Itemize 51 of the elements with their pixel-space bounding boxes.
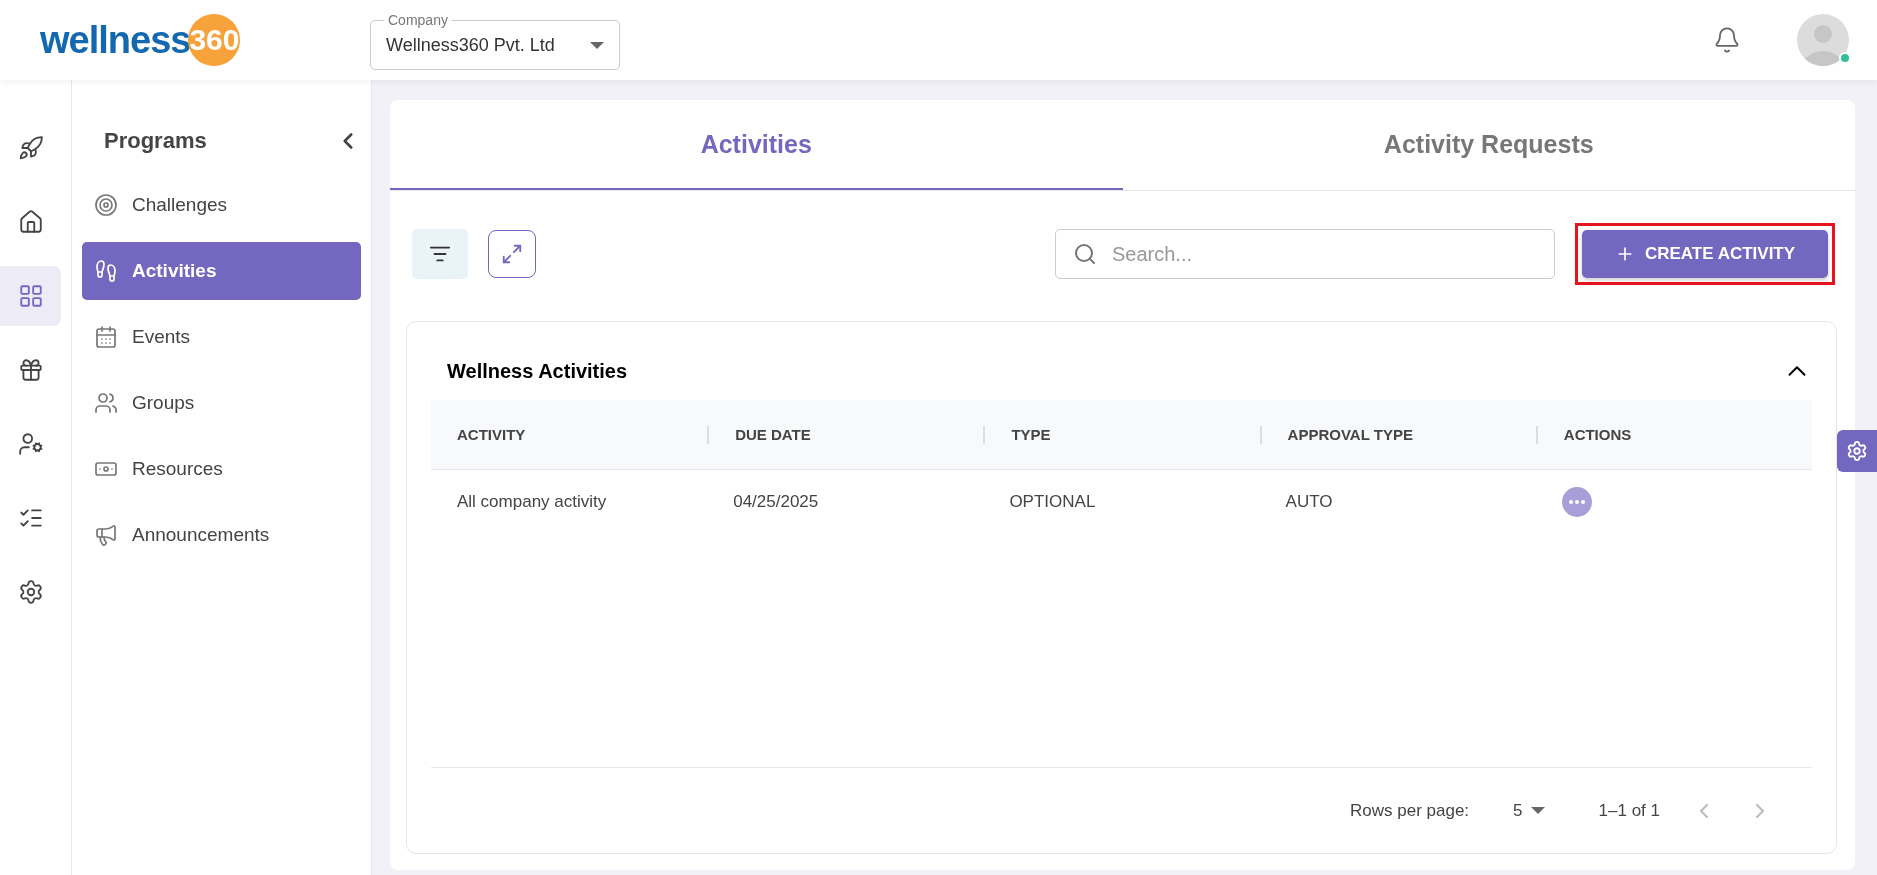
footprints-icon — [94, 259, 118, 283]
sidebar-item[interactable]: Resources — [82, 440, 361, 498]
rows-per-page-label: Rows per page: — [1350, 800, 1470, 821]
logo-text: wellness — [40, 18, 191, 62]
sidebar-title: Programs — [104, 128, 207, 154]
more-button[interactable] — [1561, 487, 1592, 517]
company-select[interactable]: Company Wellness360 Pvt. Ltd — [370, 10, 620, 70]
search-field[interactable]: Search... — [1055, 229, 1555, 279]
sidebar-item[interactable]: Activities — [82, 242, 361, 300]
filter-button[interactable] — [412, 229, 468, 279]
page-range: 1–1 of 1 — [1598, 800, 1660, 821]
people-icon — [94, 391, 118, 415]
column-header: ACTIONS — [1563, 425, 1632, 443]
table-title: Wellness Activities — [447, 359, 628, 383]
grid-icon — [17, 283, 44, 309]
column-header: ACTIVITY — [457, 425, 526, 443]
more-icon — [1568, 500, 1585, 504]
caret-icon — [590, 41, 604, 49]
rocket-icon — [17, 135, 44, 161]
field-label: Company — [384, 12, 452, 28]
user-gear-icon — [17, 431, 44, 457]
calendar-icon — [94, 325, 118, 349]
sidebar-item[interactable]: Announcements — [82, 506, 361, 564]
sidebar-item[interactable]: Challenges — [82, 176, 361, 234]
rows-per-page-select[interactable]: 5 — [1507, 799, 1551, 822]
column-header: TYPE — [1011, 425, 1051, 443]
tab[interactable]: Activities — [390, 100, 1123, 190]
home-icon — [17, 209, 44, 235]
search-icon — [1073, 242, 1097, 266]
settings-button[interactable] — [1837, 430, 1877, 472]
notification-icon[interactable] — [1713, 26, 1741, 54]
column-header: DUE DATE — [735, 425, 811, 443]
megaphone-icon — [94, 523, 118, 547]
table-cell: OPTIONAL — [1009, 492, 1096, 511]
sidebar-item[interactable]: Events — [82, 308, 361, 366]
sidebar-item[interactable]: Groups — [82, 374, 361, 432]
caret-icon — [1530, 807, 1545, 814]
gift-icon — [17, 357, 44, 383]
settings-icon — [17, 579, 44, 605]
expand-icon — [501, 243, 523, 265]
select-value: Wellness360 Pvt. Ltd — [386, 34, 555, 56]
fullscreen-button[interactable] — [488, 230, 536, 278]
table-cell: 04/25/2025 — [733, 492, 819, 511]
tab[interactable]: Activity Requests — [1122, 100, 1855, 190]
settings-icon — [1846, 440, 1868, 462]
target-icon — [94, 193, 118, 217]
create-activity-button[interactable]: CREATE ACTIVITY — [1582, 230, 1828, 278]
column-header: APPROVAL TYPE — [1287, 425, 1413, 443]
rail-item[interactable] — [0, 266, 61, 326]
table-cell: All company activity — [457, 492, 607, 511]
table-cell: AUTO — [1285, 492, 1333, 511]
